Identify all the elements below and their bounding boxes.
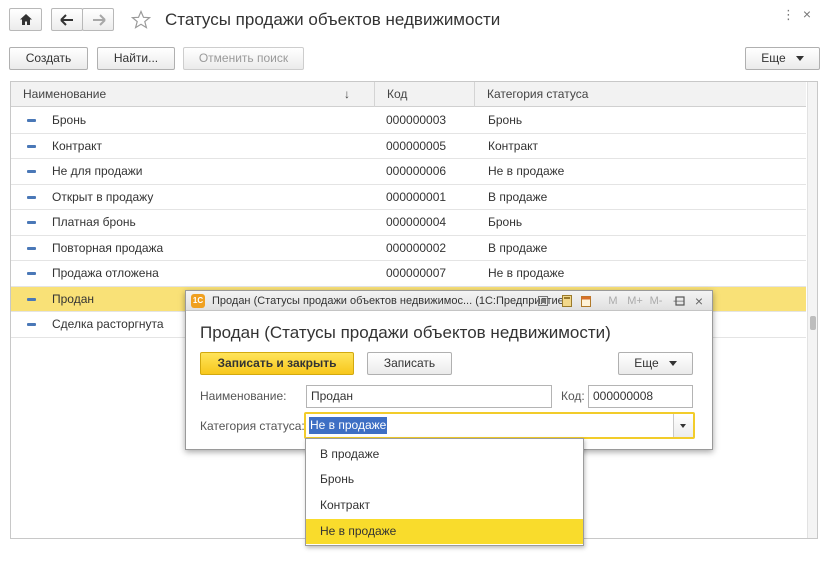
cancel-search-button[interactable]: Отменить поиск: [183, 47, 304, 70]
find-button[interactable]: Найти...: [97, 47, 175, 70]
catalog-item-icon: [27, 297, 36, 301]
table-row[interactable]: Платная бронь 000000004 Бронь: [11, 210, 806, 236]
catalog-item-icon: [27, 170, 36, 173]
table-row[interactable]: Бронь 000000003 Бронь: [11, 108, 806, 134]
dialog-more-label: Еще: [634, 356, 659, 370]
more-button[interactable]: Еще: [745, 47, 820, 70]
save-button[interactable]: Записать: [367, 352, 452, 375]
category-select-value: Не в продаже: [309, 417, 388, 434]
item-form-dialog: 1С Продан (Статусы продажи объектов недв…: [185, 290, 713, 450]
app-logo-icon: 1С: [191, 294, 205, 308]
vertical-scrollbar[interactable]: [807, 82, 817, 538]
category-dropdown-button[interactable]: [673, 414, 693, 437]
page-title: Статусы продажи объектов недвижимости: [165, 10, 501, 29]
maximize-icon[interactable]: [674, 294, 686, 308]
star-icon[interactable]: [131, 10, 151, 30]
calculator-icon[interactable]: [561, 294, 573, 308]
category-select[interactable]: Не в продаже: [304, 412, 695, 439]
memory-plus-icon[interactable]: M+: [626, 294, 644, 308]
calendar-icon[interactable]: [580, 294, 592, 308]
dots-icon[interactable]: ⋮: [781, 8, 795, 22]
category-label: Категория статуса:: [200, 419, 305, 433]
catalog-item-icon: [27, 144, 36, 148]
table-header: Наименование ↓ Код Категория статуса: [11, 82, 806, 107]
catalog-item-icon: [27, 119, 36, 122]
catalog-item-icon: [27, 272, 36, 275]
dialog-heading: Продан (Статусы продажи объектов недвижи…: [200, 323, 611, 342]
dialog-window-title: Продан (Статусы продажи объектов недвижи…: [212, 295, 568, 307]
table-row[interactable]: Не для продажи 000000006 Не в продаже: [11, 159, 806, 185]
category-dropdown-list: В продаже Бронь Контракт Не в продаже: [305, 438, 584, 546]
catalog-item-icon: [27, 246, 36, 250]
link-icon[interactable]: [537, 294, 549, 308]
table-row[interactable]: Продажа отложена 000000007 Не в продаже: [11, 261, 806, 287]
dropdown-option[interactable]: В продаже: [306, 442, 583, 467]
scrollbar-thumb[interactable]: [810, 316, 816, 330]
chevron-down-icon: [668, 361, 677, 367]
dropdown-option-selected[interactable]: Не в продаже: [306, 519, 583, 544]
arrow-right-icon: [93, 14, 106, 26]
dialog-more-button[interactable]: Еще: [618, 352, 693, 375]
name-label: Наименование:: [200, 389, 287, 403]
sort-arrow-icon: ↓: [344, 87, 350, 101]
dialog-titlebar[interactable]: 1С Продан (Статусы продажи объектов недв…: [186, 291, 712, 311]
create-button[interactable]: Создать: [9, 47, 88, 70]
close-icon[interactable]: ×: [800, 7, 814, 21]
name-field[interactable]: Продан: [306, 385, 552, 408]
back-button[interactable]: [51, 8, 83, 31]
chevron-down-icon: [795, 56, 804, 62]
memory-minus-icon[interactable]: M-: [648, 294, 664, 308]
home-icon: [20, 14, 32, 25]
chevron-down-icon: [680, 424, 686, 428]
catalog-item-icon: [27, 195, 36, 199]
table-row[interactable]: Контракт 000000005 Контракт: [11, 134, 806, 159]
save-and-close-button[interactable]: Записать и закрыть: [200, 352, 354, 375]
forward-button[interactable]: [82, 8, 114, 31]
more-label: Еще: [761, 51, 786, 65]
column-header-category[interactable]: Категория статуса: [474, 82, 806, 107]
column-header-code[interactable]: Код: [374, 82, 474, 107]
catalog-item-icon: [27, 323, 36, 326]
dropdown-option[interactable]: Контракт: [306, 493, 583, 518]
column-header-name[interactable]: Наименование ↓: [11, 82, 374, 107]
table-row[interactable]: Открыт в продажу 000000001 В продаже: [11, 185, 806, 210]
table-row[interactable]: Повторная продажа 000000002 В продаже: [11, 236, 806, 261]
memory-icon[interactable]: M: [607, 294, 619, 308]
dropdown-option[interactable]: Бронь: [306, 467, 583, 492]
home-button[interactable]: [9, 8, 42, 31]
arrow-left-icon: [60, 14, 73, 26]
code-field[interactable]: 000000008: [588, 385, 693, 408]
code-label: Код:: [561, 389, 585, 403]
close-icon[interactable]: ×: [693, 294, 705, 308]
catalog-item-icon: [27, 221, 36, 224]
